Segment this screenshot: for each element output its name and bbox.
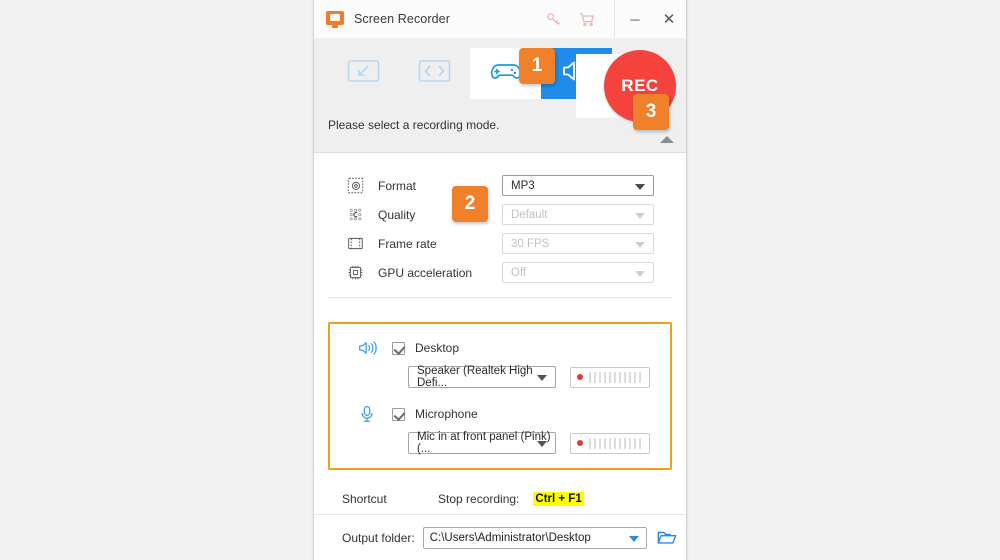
chevron-down-icon	[635, 242, 645, 248]
screen-recorder-logo-icon	[326, 10, 344, 28]
quality-dropdown[interactable]: Default	[502, 204, 654, 225]
chevron-up-icon[interactable]	[660, 136, 674, 143]
chevron-down-icon	[635, 271, 645, 277]
mode-fullscreen[interactable]	[399, 48, 470, 99]
desktop-audio-label: Desktop	[415, 341, 460, 355]
microphone-row: Microphone	[330, 402, 670, 426]
shortcut-label: Shortcut	[342, 492, 387, 506]
chevron-down-icon	[537, 375, 547, 381]
minimize-button[interactable]: ─	[618, 0, 652, 38]
gpu-dropdown[interactable]: Off	[502, 262, 654, 283]
callout-badge-3: 3	[633, 94, 669, 130]
screenshot-root: Screen Recorder ─ ✕ Please select a reco…	[0, 0, 1000, 560]
setting-row-gpu: GPU acceleration Off	[314, 258, 686, 287]
title-bar: Screen Recorder ─ ✕	[314, 0, 686, 39]
setting-row-quality: Quality Default	[314, 200, 686, 229]
desktop-device-row: Speaker (Realtek High Defi...	[330, 365, 670, 389]
shortcut-row: Shortcut Stop recording: Ctrl + F1	[314, 492, 686, 506]
region-arrow-icon	[347, 59, 380, 88]
framerate-icon	[344, 234, 366, 254]
format-icon	[344, 176, 366, 196]
quality-icon	[344, 205, 366, 225]
fullscreen-icon	[418, 59, 451, 88]
desktop-device-value: Speaker (Realtek High Defi...	[417, 365, 533, 389]
framerate-dropdown[interactable]: 30 FPS	[502, 233, 654, 254]
callout-badge-1: 1	[519, 48, 555, 84]
window-title: Screen Recorder	[354, 12, 450, 26]
output-folder-input[interactable]: C:\Users\Administrator\Desktop	[422, 526, 647, 549]
microphone-device-row: Mic in at front panel (Pink) (...	[330, 431, 670, 455]
gpu-icon	[344, 263, 366, 283]
cart-icon[interactable]	[570, 0, 604, 38]
settings-section: Format MP3 Quality Default Frame rate 30…	[314, 153, 686, 310]
format-value: MP3	[511, 179, 535, 192]
output-folder-value: C:\Users\Administrator\Desktop	[429, 531, 591, 544]
desktop-audio-row: Desktop	[330, 336, 670, 360]
desktop-level-meter	[570, 366, 650, 388]
chevron-down-icon	[635, 213, 645, 219]
record-dot-icon	[577, 374, 583, 380]
microphone-icon	[356, 405, 378, 423]
microphone-device-value: Mic in at front panel (Pink) (...	[417, 431, 551, 455]
setting-row-format: Format MP3	[314, 171, 686, 200]
callout-badge-2: 2	[452, 186, 488, 222]
title-bar-actions: ─ ✕	[536, 0, 686, 38]
gpu-value: Off	[511, 266, 527, 279]
output-folder-label: Output folder:	[342, 530, 415, 545]
meter-bars	[589, 371, 644, 383]
close-button[interactable]: ✕	[652, 0, 686, 38]
mode-custom-region[interactable]	[328, 48, 399, 99]
status-message: Please select a recording mode.	[328, 118, 500, 132]
microphone-label: Microphone	[415, 407, 478, 421]
speaker-icon	[356, 340, 378, 356]
key-icon[interactable]	[536, 0, 570, 38]
framerate-value: 30 FPS	[511, 237, 550, 250]
microphone-level-meter	[570, 432, 650, 454]
shortcut-keys[interactable]: Ctrl + F1	[533, 492, 584, 506]
folder-icon[interactable]	[657, 529, 677, 546]
desktop-device-dropdown[interactable]: Speaker (Realtek High Defi...	[408, 365, 556, 389]
chevron-down-icon	[537, 441, 547, 447]
titlebar-divider	[614, 0, 615, 38]
format-dropdown[interactable]: MP3	[502, 175, 654, 196]
output-folder-row: Output folder: C:\Users\Administrator\De…	[314, 515, 686, 560]
audio-sources-panel: Desktop Speaker (Realtek High Defi... Mi…	[328, 322, 672, 470]
setting-label-framerate: Frame rate	[378, 236, 437, 251]
microphone-device-dropdown[interactable]: Mic in at front panel (Pink) (...	[408, 431, 556, 455]
desktop-audio-checkbox[interactable]	[392, 341, 405, 355]
chevron-down-icon	[628, 535, 639, 542]
settings-divider	[328, 297, 672, 298]
quality-value: Default	[511, 208, 548, 221]
setting-row-framerate: Frame rate 30 FPS	[314, 229, 686, 258]
record-dot-icon	[577, 440, 583, 446]
meter-bars	[589, 437, 644, 449]
setting-label-gpu: GPU acceleration	[378, 265, 473, 280]
stop-recording-label: Stop recording:	[438, 492, 520, 506]
chevron-down-icon	[635, 184, 645, 190]
microphone-checkbox[interactable]	[392, 407, 405, 421]
